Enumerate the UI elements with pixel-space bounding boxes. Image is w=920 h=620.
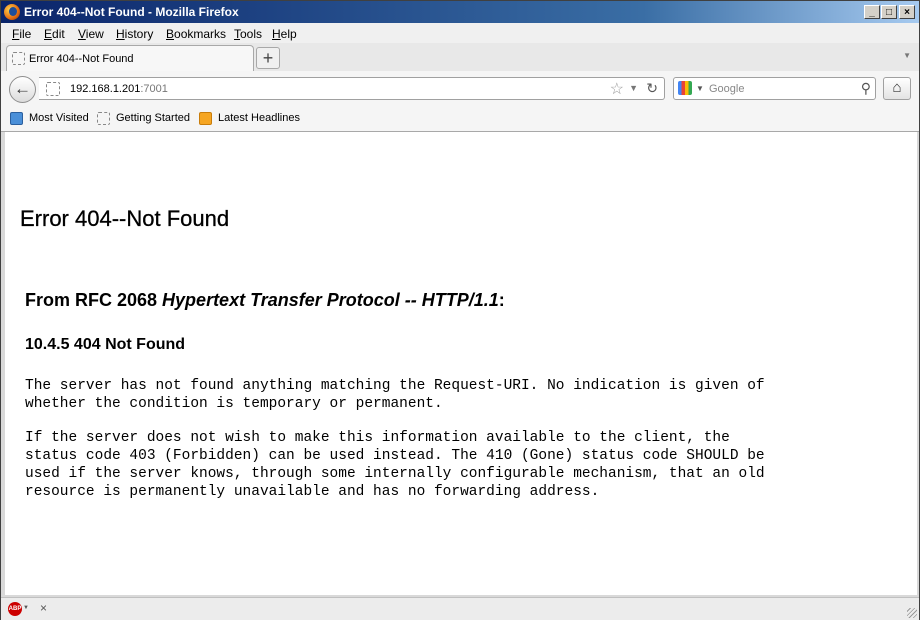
tab-list-chevron-icon[interactable]: ▼	[903, 51, 911, 60]
page-favicon-icon	[97, 112, 110, 125]
menu-tools[interactable]: Tools	[234, 27, 262, 41]
tab-label: Error 404--Not Found	[29, 53, 134, 65]
url-text[interactable]: 192.168.1.201:7001	[70, 83, 168, 95]
section-heading: 10.4.5 404 Not Found	[25, 336, 186, 353]
page-title: Error 404--Not Found	[20, 206, 230, 231]
firefox-logo-icon	[4, 4, 20, 20]
bookmarks-toolbar: Most Visited Getting Started Latest Head…	[1, 107, 919, 132]
home-button[interactable]: ⌂	[883, 77, 911, 100]
menu-history[interactable]: History	[116, 27, 153, 41]
url-bar[interactable]: 192.168.1.201:7001 ☆ ▼ ↻	[39, 77, 665, 100]
status-bar: ABP ▼ ×	[1, 597, 919, 620]
tab-active[interactable]: Error 404--Not Found	[6, 45, 254, 71]
menu-file[interactable]: File	[12, 27, 31, 41]
menu-help[interactable]: Help	[272, 27, 297, 41]
menu-edit[interactable]: Edit	[44, 27, 65, 41]
google-engine-icon[interactable]	[678, 81, 692, 95]
bookmark-star-icon[interactable]: ☆	[610, 79, 624, 99]
page-content: Error 404--Not Found From RFC 2068 Hyper…	[5, 132, 917, 595]
reload-icon[interactable]: ↻	[646, 80, 658, 97]
menu-view[interactable]: View	[78, 27, 104, 41]
resize-grip-icon[interactable]	[907, 608, 917, 618]
close-addon-bar-icon[interactable]: ×	[40, 601, 47, 615]
search-input[interactable]: Google	[709, 83, 744, 95]
adblock-dropdown-icon[interactable]: ▼	[23, 605, 29, 611]
close-button[interactable]: ×	[899, 5, 915, 19]
engine-dropdown-icon[interactable]: ▼	[696, 84, 704, 93]
page-favicon-icon	[12, 52, 25, 65]
paragraph-2: If the server does not wish to make this…	[25, 430, 765, 500]
search-magnifier-icon[interactable]: ⚲	[861, 80, 871, 97]
site-identity-icon[interactable]	[46, 82, 60, 96]
menu-bar: File Edit View History Bookmarks Tools H…	[1, 23, 919, 43]
minimize-button[interactable]: _	[864, 5, 880, 19]
new-tab-button[interactable]: +	[256, 47, 280, 69]
url-history-dropdown-icon[interactable]: ▼	[629, 83, 638, 93]
navigation-toolbar: ← 192.168.1.201:7001 ☆ ▼ ↻ ▼ Google ⚲ ⌂	[1, 71, 919, 107]
back-button[interactable]: ←	[9, 76, 36, 103]
title-bar[interactable]: Error 404--Not Found - Mozilla Firefox _…	[1, 1, 919, 23]
source-heading: From RFC 2068 Hypertext Transfer Protoco…	[25, 290, 505, 310]
browser-window: Error 404--Not Found - Mozilla Firefox _…	[0, 0, 920, 620]
menu-bookmarks[interactable]: Bookmarks	[166, 27, 226, 41]
tab-strip: Error 404--Not Found + ▼	[1, 43, 919, 72]
paragraph-1: The server has not found anything matchi…	[25, 378, 765, 412]
search-bar[interactable]: ▼ Google ⚲	[673, 77, 876, 100]
window-title: Error 404--Not Found - Mozilla Firefox	[24, 5, 239, 19]
rss-feed-icon	[199, 112, 212, 125]
maximize-button[interactable]: □	[881, 5, 897, 19]
most-visited-icon	[10, 112, 23, 125]
adblock-plus-icon[interactable]: ABP	[8, 602, 22, 616]
